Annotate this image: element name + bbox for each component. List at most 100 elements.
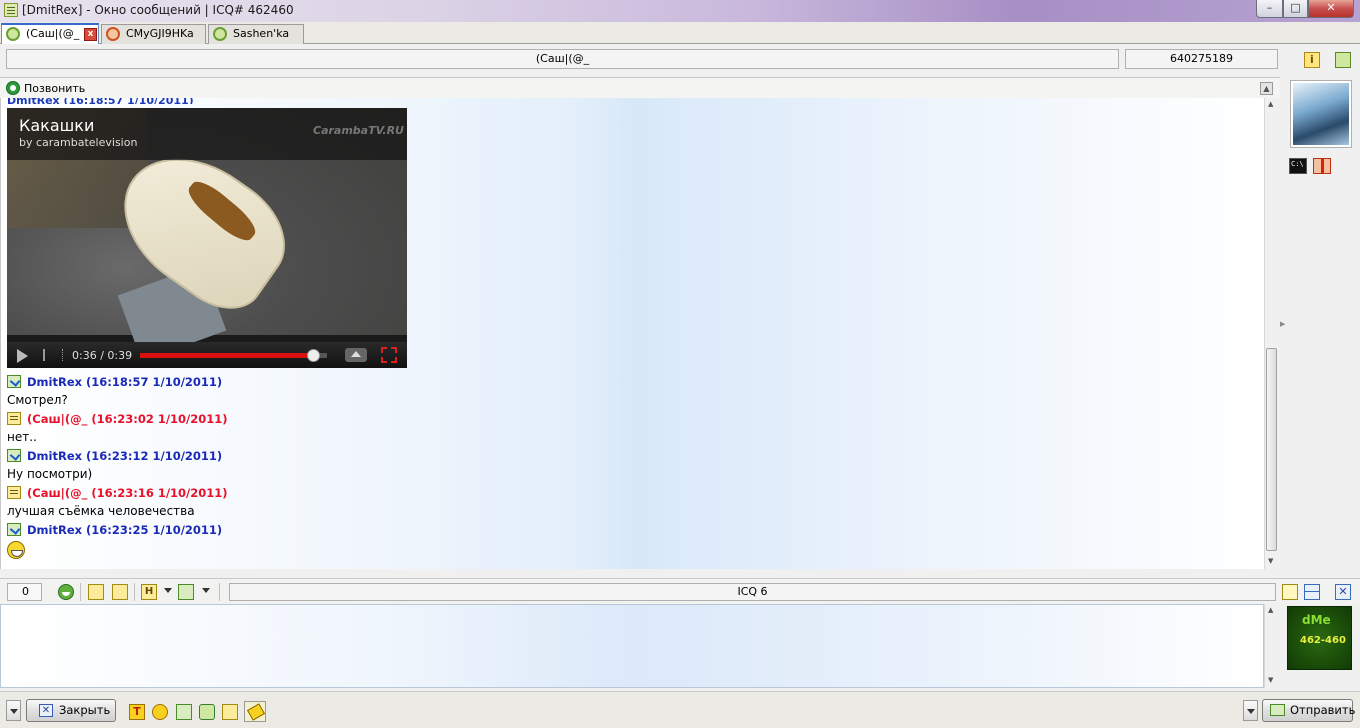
panel-expand-icon[interactable]: ▶ xyxy=(1280,320,1285,328)
smiley-picker-icon[interactable] xyxy=(58,584,74,600)
message-header: DmitRex (16:23:12 1/10/2011) xyxy=(5,448,705,466)
received-message-icon xyxy=(7,486,21,499)
message-format-icon[interactable] xyxy=(112,584,128,600)
tab-sash[interactable]: (Саш|(@_ x xyxy=(1,23,99,44)
scroll-thumb[interactable] xyxy=(1266,348,1277,551)
tab-sashenka[interactable]: Sashen'ka xyxy=(208,24,304,44)
laughing-smiley-icon xyxy=(7,541,25,559)
video-title[interactable]: Какашки xyxy=(19,116,94,135)
message-text xyxy=(5,540,705,559)
tab-close-icon[interactable]: x xyxy=(84,28,97,41)
scroll-down-icon[interactable]: ▼ xyxy=(1268,676,1273,684)
message-list: DmitRex (16:18:57 1/10/2011) Смотрел? (С… xyxy=(5,374,705,559)
flower-red-icon xyxy=(106,27,120,41)
history-dropdown-icon[interactable] xyxy=(164,588,172,593)
window-close-button[interactable]: ✕ xyxy=(1308,0,1354,18)
volume-icon[interactable] xyxy=(43,349,63,361)
video-author: by carambatelevision xyxy=(19,136,138,149)
message-text: лучшая съёмка человечества xyxy=(7,504,195,518)
send-button-label: Отправить xyxy=(1290,703,1356,717)
options-dropdown[interactable] xyxy=(6,700,21,721)
save-dropdown-icon[interactable] xyxy=(202,588,210,593)
call-link[interactable]: Позвонить xyxy=(24,82,85,95)
nudge-icon[interactable] xyxy=(88,584,104,600)
fullscreen-icon[interactable] xyxy=(381,347,397,363)
video-controls: 0:36 / 0:39 xyxy=(7,342,407,368)
scroll-up-icon[interactable]: ▲ xyxy=(1268,100,1273,108)
multi-send-icon[interactable] xyxy=(199,704,215,720)
message-header: (Саш|(@_ (16:23:02 1/10/2011) xyxy=(5,411,705,429)
close-icon: ✕ xyxy=(39,704,53,717)
message-text: нет.. xyxy=(7,430,37,444)
contact-card-icon[interactable] xyxy=(176,704,192,720)
close-composer-icon[interactable]: ✕ xyxy=(1335,584,1351,600)
cut-off-message-header: DmitRex (16:18:57 1/10/2011) xyxy=(7,98,194,104)
composer-toolbar: 0 H ICQ 6 ✕ xyxy=(0,578,1360,604)
video-header: Какашки by carambatelevision CarambaTV.R… xyxy=(7,108,407,160)
window-title: [DmitRex] - Окно сообщений | ICQ# 462460 xyxy=(22,3,294,17)
sent-message-icon xyxy=(7,375,21,388)
icq-message-icon xyxy=(4,3,18,17)
video-progress-bar[interactable] xyxy=(140,349,327,362)
title-bar: [DmitRex] - Окно сообщений | ICQ# 462460… xyxy=(0,0,1360,22)
play-icon[interactable] xyxy=(17,349,28,363)
eject-icon[interactable] xyxy=(345,348,367,362)
text-format-icon[interactable]: T xyxy=(129,704,145,720)
link-icon[interactable] xyxy=(222,704,238,720)
message-header: DmitRex (16:23:25 1/10/2011) xyxy=(5,522,705,540)
close-button[interactable]: ✕ Закрыть xyxy=(26,699,116,722)
char-counter: 0 xyxy=(7,583,42,601)
video-watermark: CarambaTV.RU xyxy=(313,124,404,137)
phone-call-icon[interactable] xyxy=(6,81,20,95)
message-header: DmitRex (16:18:57 1/10/2011) xyxy=(5,374,705,392)
split-view-icon[interactable] xyxy=(1304,584,1320,600)
maximize-button[interactable]: □ xyxy=(1283,0,1308,18)
console-icon[interactable] xyxy=(1289,158,1307,174)
save-icon[interactable] xyxy=(178,584,194,600)
gift-icon[interactable] xyxy=(1313,158,1331,174)
message-text: Ну посмотри) xyxy=(7,467,93,481)
message-header: (Саш|(@_ (16:23:16 1/10/2011) xyxy=(5,485,705,503)
tab-label: Sashen'ka xyxy=(233,27,290,40)
message-input[interactable] xyxy=(0,604,1264,688)
contact-uin-field: 640275189 xyxy=(1125,49,1278,69)
tab-label: (Саш|(@_ xyxy=(26,27,80,40)
scroll-down-icon[interactable]: ▼ xyxy=(1268,557,1273,565)
emoticon-icon[interactable] xyxy=(152,704,168,720)
contact-name-field: (Саш|(@_ xyxy=(6,49,1119,69)
minimize-button[interactable]: – xyxy=(1256,0,1283,18)
message-text: Смотрел? xyxy=(7,393,68,407)
video-scrubber[interactable] xyxy=(306,349,320,362)
tab-label: СMyGJI9HKa xyxy=(126,27,194,40)
scroll-up-icon[interactable]: ▲ xyxy=(1268,606,1273,614)
pencil-icon[interactable] xyxy=(244,701,266,722)
send-button[interactable]: Отправить xyxy=(1262,699,1356,722)
close-button-label: Закрыть xyxy=(59,703,111,717)
flower-green-icon xyxy=(213,27,227,41)
chat-history[interactable]: DmitRex (16:18:57 1/10/2011) Какашки by … xyxy=(0,98,1264,569)
video-time: 0:36 / 0:39 xyxy=(72,349,133,362)
chat-scrollbar[interactable]: ▲ ▼ xyxy=(1264,98,1278,569)
received-message-icon xyxy=(7,412,21,425)
call-bar: Позвонить ▲ xyxy=(0,77,1280,98)
new-note-icon[interactable] xyxy=(1282,584,1298,600)
avatar-number: 462-460 xyxy=(1300,635,1346,646)
sent-message-icon xyxy=(7,523,21,536)
send-options-dropdown[interactable] xyxy=(1243,700,1258,721)
my-avatar[interactable]: dMe 462-460 xyxy=(1287,606,1352,670)
input-scrollbar[interactable]: ▲ ▼ xyxy=(1264,604,1278,688)
avatar-logo: dMe xyxy=(1302,613,1331,627)
contact-info-icon[interactable] xyxy=(1304,52,1320,68)
embedded-video-player[interactable]: Какашки by carambatelevision CarambaTV.R… xyxy=(7,108,407,368)
sent-message-icon xyxy=(7,449,21,462)
history-icon[interactable]: H xyxy=(141,584,157,600)
video-progress-fill xyxy=(140,353,313,358)
tab-smygji9hka[interactable]: СMyGJI9HKa xyxy=(101,24,206,44)
contact-avatar[interactable] xyxy=(1290,80,1352,148)
tab-bar: (Саш|(@_ x СMyGJI9HKa Sashen'ka xyxy=(0,22,1360,44)
files-folder-icon[interactable] xyxy=(1335,52,1351,68)
collapse-button[interactable]: ▲ xyxy=(1260,82,1273,95)
bottom-bar: ✕ Закрыть T Отправить xyxy=(0,691,1360,728)
send-icon xyxy=(1270,704,1285,716)
client-status: ICQ 6 xyxy=(229,583,1276,601)
